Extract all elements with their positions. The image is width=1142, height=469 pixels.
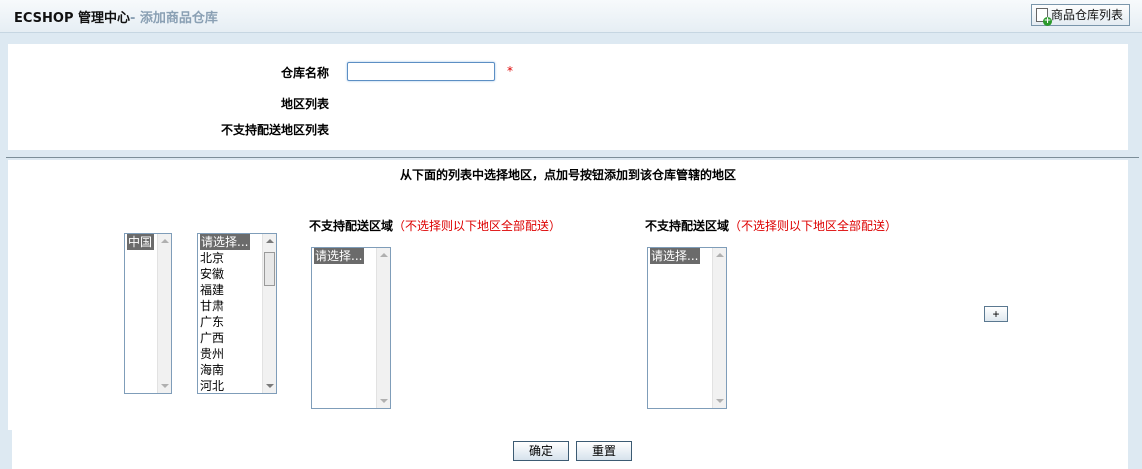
province-select[interactable]: 请选择... 北京 安徽 福建 甘肃 广东 广西 贵州 海南 河北 bbox=[197, 233, 277, 394]
district-scrollbar[interactable] bbox=[712, 248, 726, 408]
province-scrollbar[interactable] bbox=[262, 234, 276, 393]
add-document-icon bbox=[1035, 8, 1052, 26]
warehouse-name-input[interactable] bbox=[347, 62, 495, 81]
city-select[interactable]: 请选择... bbox=[311, 247, 391, 409]
scroll-up-icon[interactable] bbox=[380, 253, 388, 257]
warehouse-form-panel: 仓库名称 * 地区列表 不支持配送地区列表 bbox=[8, 44, 1128, 150]
province-option[interactable]: 甘肃 bbox=[198, 298, 262, 314]
province-option[interactable]: 河北 bbox=[198, 378, 262, 393]
province-option[interactable]: 广东 bbox=[198, 314, 262, 330]
section-divider bbox=[6, 157, 1139, 158]
warehouse-name-label: 仓库名称 bbox=[280, 66, 329, 80]
scroll-down-icon[interactable] bbox=[161, 384, 169, 388]
page-title: ECSHOP 管理中心- 添加商品仓库 bbox=[14, 7, 218, 26]
province-option[interactable]: 海南 bbox=[198, 362, 262, 378]
warehouse-list-button[interactable]: 商品仓库列表 bbox=[1030, 4, 1130, 26]
scroll-up-icon[interactable] bbox=[266, 239, 274, 243]
country-option[interactable]: 中国 bbox=[125, 234, 157, 250]
province-option[interactable]: 请选择... bbox=[198, 234, 262, 250]
page-subtitle: - 添加商品仓库 bbox=[130, 11, 218, 26]
submit-button[interactable]: 确定 bbox=[513, 441, 569, 461]
scroll-up-icon[interactable] bbox=[716, 253, 724, 257]
district-title-note: （不选择则以下地区全部配送） bbox=[729, 219, 898, 233]
scroll-down-icon[interactable] bbox=[716, 399, 724, 403]
province-option[interactable]: 广西 bbox=[198, 330, 262, 346]
city-scrollbar[interactable] bbox=[376, 248, 390, 408]
unsupported-region-list-label: 不支持配送地区列表 bbox=[220, 123, 329, 137]
scroll-up-icon[interactable] bbox=[161, 239, 169, 243]
brand-text: ECSHOP 管理中心 bbox=[14, 11, 131, 26]
city-title-text: 不支持配送区域 bbox=[309, 219, 394, 233]
reset-button[interactable]: 重置 bbox=[576, 441, 632, 461]
action-bar bbox=[12, 430, 1128, 469]
province-option[interactable]: 北京 bbox=[198, 250, 262, 266]
district-select[interactable]: 请选择... bbox=[647, 247, 727, 409]
city-column-title: 不支持配送区域（不选择则以下地区全部配送） bbox=[309, 217, 561, 234]
region-select-hint: 从下面的列表中选择地区，点加号按钮添加到该仓库管辖的地区 bbox=[399, 168, 736, 182]
top-bar: ECSHOP 管理中心- 添加商品仓库 商品仓库列表 bbox=[0, 0, 1142, 33]
district-column-title: 不支持配送区域（不选择则以下地区全部配送） bbox=[645, 217, 897, 234]
district-title-text: 不支持配送区域 bbox=[645, 219, 730, 233]
province-option[interactable]: 贵州 bbox=[198, 346, 262, 362]
country-select[interactable]: 中国 bbox=[124, 233, 172, 394]
province-option[interactable]: 福建 bbox=[198, 282, 262, 298]
region-list-label: 地区列表 bbox=[280, 97, 329, 111]
country-scrollbar[interactable] bbox=[157, 234, 171, 393]
required-mark: * bbox=[507, 64, 513, 78]
warehouse-list-label: 商品仓库列表 bbox=[1050, 8, 1123, 22]
add-region-button[interactable]: + bbox=[984, 306, 1008, 322]
scroll-thumb[interactable] bbox=[264, 252, 275, 286]
scroll-down-icon[interactable] bbox=[380, 399, 388, 403]
province-option[interactable]: 安徽 bbox=[198, 266, 262, 282]
city-title-note: （不选择则以下地区全部配送） bbox=[393, 219, 562, 233]
scroll-down-icon[interactable] bbox=[266, 384, 274, 388]
region-select-panel: 从下面的列表中选择地区，点加号按钮添加到该仓库管辖的地区 中国 请选择... 北… bbox=[8, 160, 1128, 430]
city-option[interactable]: 请选择... bbox=[312, 248, 376, 264]
district-option[interactable]: 请选择... bbox=[648, 248, 712, 264]
